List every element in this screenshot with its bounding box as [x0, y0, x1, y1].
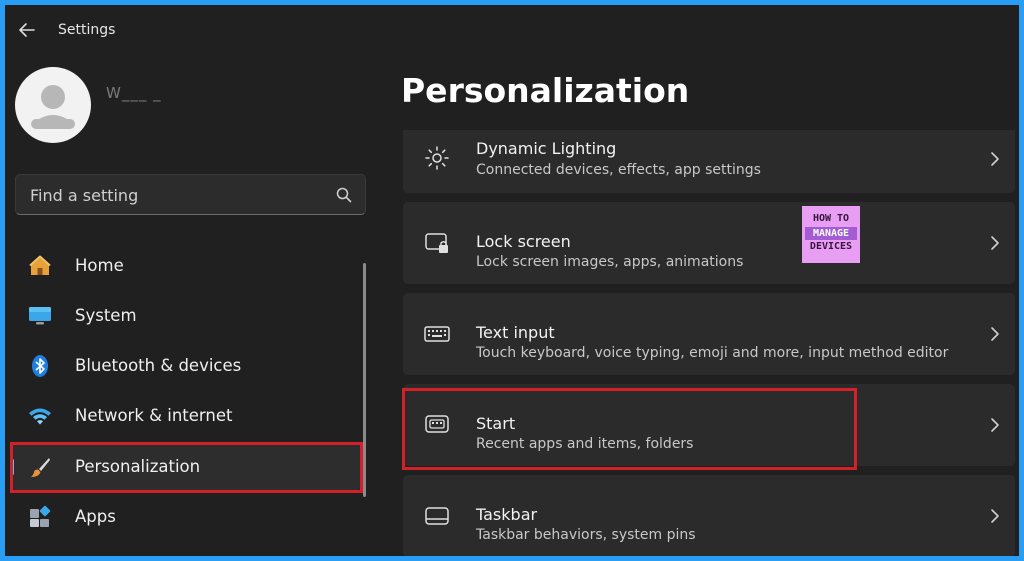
card-title: Dynamic Lighting [476, 139, 617, 158]
settings-window: Settings W___ _ Find a setting Home Syst… [5, 5, 1019, 556]
card-dynamic-lighting[interactable]: Dynamic Lighting Connected devices, effe… [403, 130, 1015, 193]
highlight-box-start [402, 388, 857, 470]
card-title: Lock screen [476, 232, 571, 251]
app-title: Settings [58, 22, 116, 38]
page-title: Personalization [401, 71, 690, 110]
chevron-right-icon [991, 418, 999, 432]
sidebar-item-apps[interactable]: Apps [10, 494, 362, 540]
card-title: Taskbar [476, 505, 538, 524]
user-name: W___ _ [106, 84, 162, 102]
sidebar-item-network[interactable]: Network & internet [10, 393, 362, 439]
sidebar-item-label: System [75, 306, 137, 325]
sidebar-item-system[interactable]: System [10, 293, 362, 339]
chevron-right-icon [991, 509, 999, 523]
card-subtitle: Touch keyboard, voice typing, emoji and … [476, 345, 949, 361]
sidebar-item-label: Bluetooth & devices [75, 356, 242, 375]
sidebar-item-label: Apps [75, 507, 116, 526]
how-to-manage-devices-logo: HOW TO MANAGE DEVICES [802, 206, 860, 263]
search-input[interactable]: Find a setting [30, 186, 138, 205]
lock-screen-icon [425, 233, 448, 253]
highlight-box-personalization [10, 442, 363, 493]
monitor-icon [29, 307, 51, 325]
card-subtitle: Connected devices, effects, app settings [476, 162, 761, 178]
chevron-right-icon [991, 236, 999, 250]
logo-line-3: DEVICES [809, 241, 853, 252]
apps-icon [30, 505, 51, 527]
sidebar-item-home[interactable]: Home [10, 243, 362, 289]
card-subtitle: Taskbar behaviors, system pins [476, 527, 696, 543]
wifi-icon [29, 408, 51, 425]
card-subtitle: Lock screen images, apps, animations [476, 254, 744, 270]
chevron-right-icon [991, 327, 999, 341]
keyboard-icon [424, 326, 450, 342]
sidebar-item-label: Home [75, 256, 124, 275]
avatar[interactable] [15, 67, 91, 143]
chevron-right-icon [991, 152, 999, 166]
taskbar-icon [425, 507, 449, 525]
card-taskbar[interactable]: Taskbar Taskbar behaviors, system pins [403, 475, 1015, 556]
dynamic-lighting-icon [425, 146, 449, 170]
back-button[interactable] [15, 18, 39, 42]
card-lock-screen[interactable]: Lock screen Lock screen images, apps, an… [403, 202, 1015, 284]
back-arrow-icon [19, 23, 35, 37]
search-box[interactable]: Find a setting [15, 174, 366, 215]
logo-line-2: MANAGE [805, 227, 857, 240]
card-title: Text input [476, 323, 555, 342]
home-icon [29, 255, 51, 275]
sidebar-item-label: Network & internet [75, 406, 233, 425]
sidebar-scrollbar[interactable] [363, 263, 366, 497]
sidebar-item-bluetooth[interactable]: Bluetooth & devices [10, 343, 362, 389]
logo-line-1: HOW TO [812, 213, 850, 224]
card-text-input[interactable]: Text input Touch keyboard, voice typing,… [403, 293, 1015, 375]
bluetooth-icon [32, 355, 48, 377]
user-icon [31, 85, 75, 129]
search-icon [336, 187, 352, 203]
